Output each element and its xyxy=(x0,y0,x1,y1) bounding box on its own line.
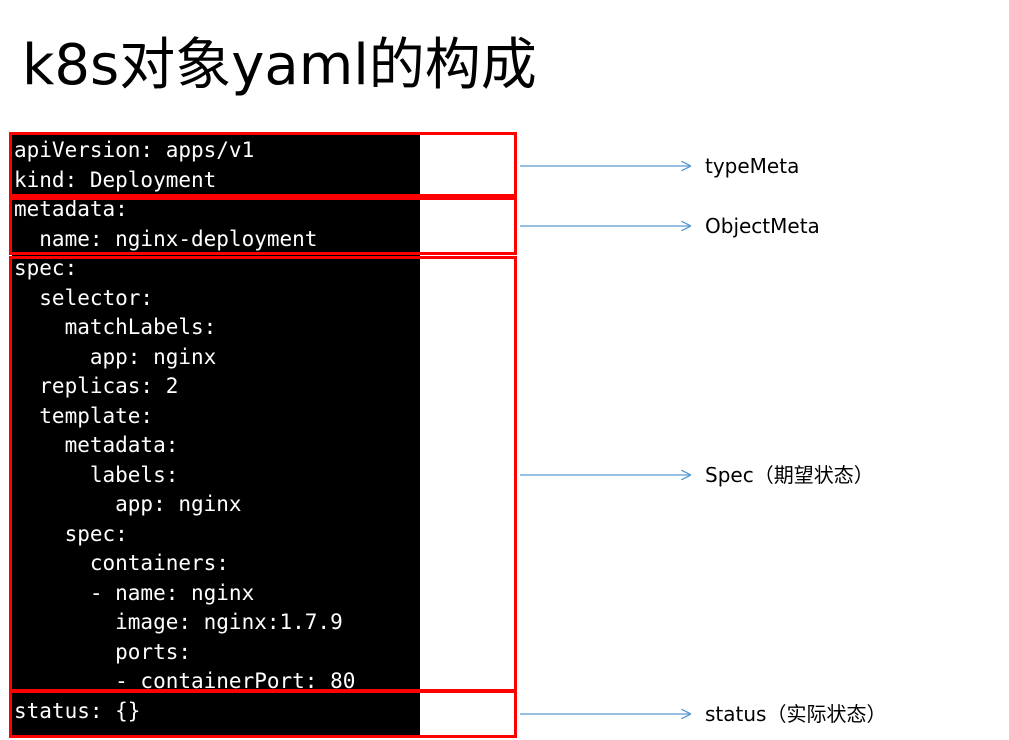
label-typemeta: typeMeta xyxy=(705,154,800,178)
label-objectmeta: ObjectMeta xyxy=(705,214,820,238)
label-spec: Spec（期望状态） xyxy=(705,463,874,487)
connector-arrows xyxy=(520,0,1009,740)
label-status: status（实际状态） xyxy=(705,702,887,726)
